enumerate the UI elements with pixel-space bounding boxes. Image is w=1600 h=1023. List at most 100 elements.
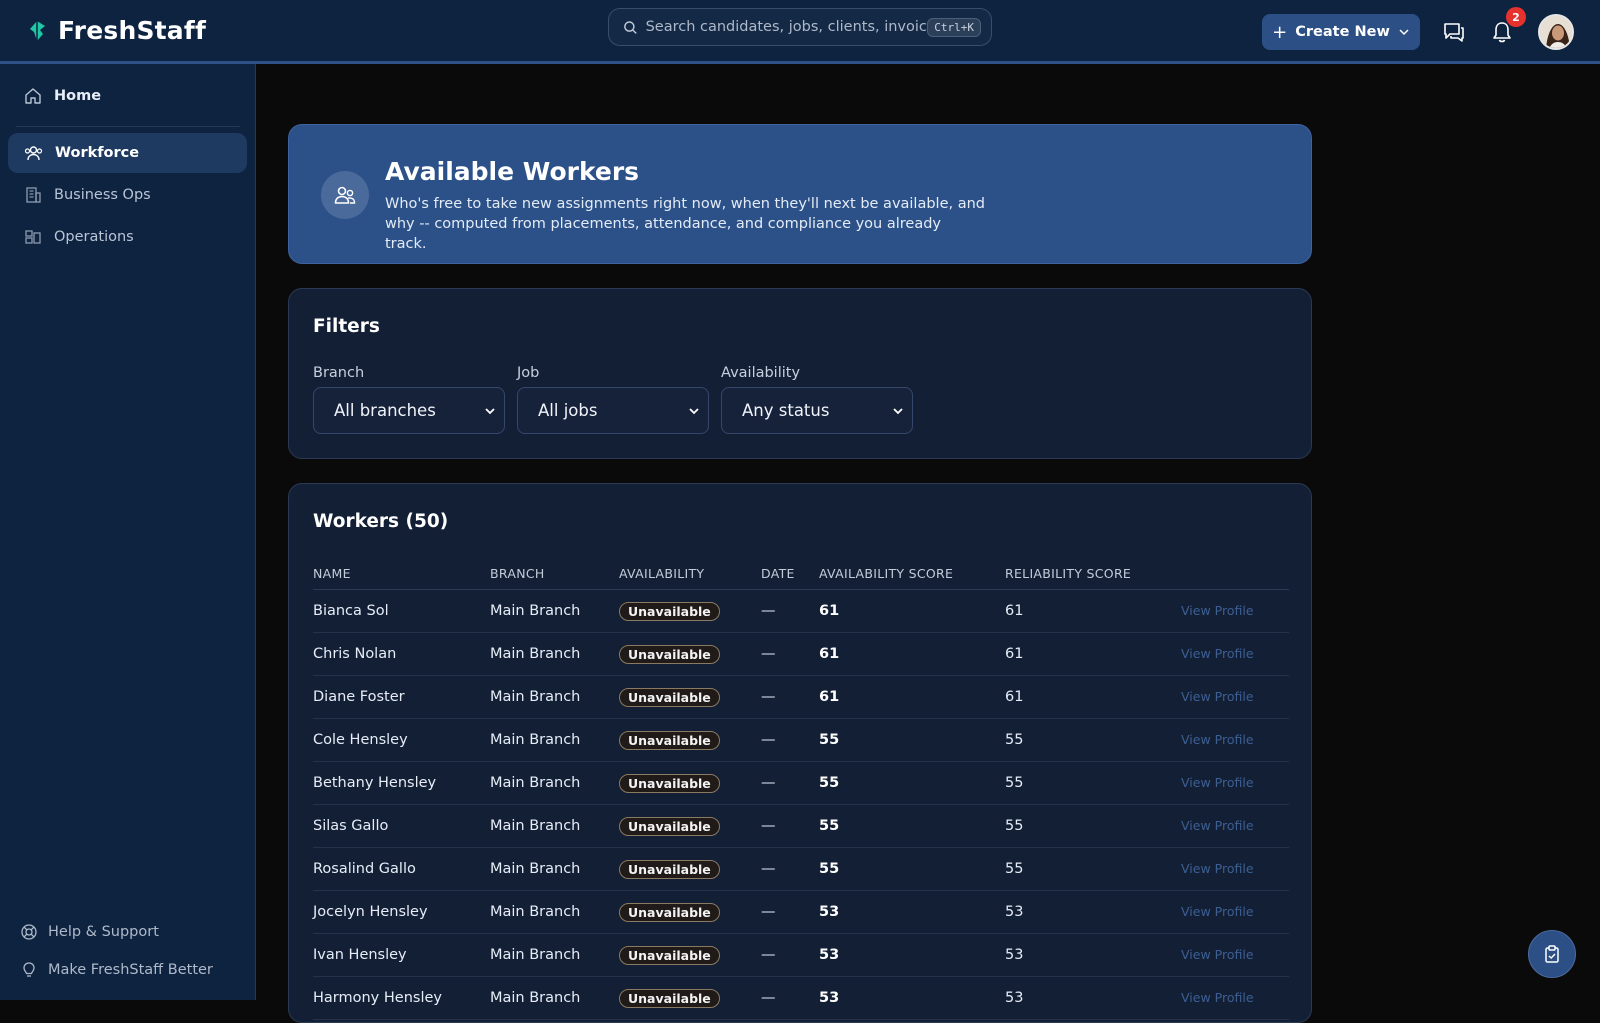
brand[interactable]: FreshStaff — [26, 16, 206, 45]
avatar[interactable] — [1538, 14, 1574, 50]
worker-branch: Main Branch — [490, 861, 581, 877]
branch-select-value: All branches — [334, 401, 436, 420]
layout-icon — [25, 230, 41, 244]
table-row[interactable]: Ivan Hensley Main Branch Unavailable — 53 53 V… — [313, 934, 1289, 977]
status-badge: Unavailable — [619, 945, 720, 965]
worker-date: — — [761, 732, 776, 748]
workers-table: NAME BRANCH AVAILABILITY DATE AVAILABILI… — [313, 564, 1289, 1020]
table-row[interactable]: Silas Gallo Main Branch Unavailable — 55 55 Vi… — [313, 805, 1289, 848]
availability-score: 55 — [819, 818, 840, 834]
column-header-reliability-score[interactable]: RELIABILITY SCORE — [1005, 564, 1181, 589]
availability-cell: Unavailable — [619, 687, 761, 707]
availability-cell: Unavailable — [619, 601, 761, 621]
worker-branch: Main Branch — [490, 818, 581, 834]
sidebar-item-label: Business Ops — [54, 187, 151, 203]
status-badge: Unavailable — [619, 687, 720, 707]
messages-button[interactable] — [1440, 18, 1468, 46]
availability-select-value: Any status — [742, 401, 830, 420]
building-icon — [26, 187, 41, 203]
page-subtitle: Who's free to take new assignments right… — [385, 196, 986, 252]
view-profile-link[interactable]: View Profile — [1181, 861, 1254, 876]
sidebar-item-label: Home — [54, 88, 102, 104]
workers-title: Workers (50) — [313, 511, 449, 532]
worker-name: Silas Gallo — [313, 818, 389, 834]
worker-branch: Main Branch — [490, 689, 581, 705]
worker-date: — — [761, 775, 776, 791]
create-new-button[interactable]: + Create New — [1262, 14, 1420, 50]
people-icon — [24, 146, 43, 161]
view-profile-link[interactable]: View Profile — [1181, 904, 1254, 919]
user-avatar-icon — [1540, 16, 1572, 48]
sidebar-item-business-ops[interactable]: Business Ops — [8, 175, 247, 215]
lifebuoy-icon — [21, 924, 37, 940]
create-new-label: Create New — [1295, 24, 1390, 40]
table-row[interactable]: Jocelyn Hensley Main Branch Unavailable — 53… — [313, 891, 1289, 934]
search-input[interactable]: Search candidates, jobs, clients, invoic… — [646, 19, 928, 35]
view-profile-link[interactable]: View Profile — [1181, 646, 1254, 661]
table-row[interactable]: Diane Foster Main Branch Unavailable — 61 61 V… — [313, 676, 1289, 719]
view-profile-link[interactable]: View Profile — [1181, 775, 1254, 790]
view-profile-link[interactable]: View Profile — [1181, 732, 1254, 747]
top-bar: FreshStaff Search candidates, jobs, clie… — [0, 0, 1600, 64]
view-profile-link[interactable]: View Profile — [1181, 603, 1254, 618]
table-row[interactable]: Bethany Hensley Main Branch Unavailable — 55… — [313, 762, 1289, 805]
column-header-actions — [1181, 564, 1289, 589]
logo-icon — [30, 20, 45, 41]
availability-cell: Unavailable — [619, 945, 761, 965]
view-profile-link[interactable]: View Profile — [1181, 990, 1254, 1005]
availability-cell: Unavailable — [619, 773, 761, 793]
notification-badge: 2 — [1506, 7, 1526, 27]
worker-name: Rosalind Gallo — [313, 861, 416, 877]
table-row[interactable]: Rosalind Gallo Main Branch Unavailable — 55 5… — [313, 848, 1289, 891]
worker-branch: Main Branch — [490, 732, 581, 748]
branch-select[interactable]: All branches — [313, 387, 505, 434]
help-support-link[interactable]: Help & Support — [20, 923, 159, 941]
reliability-score: 53 — [1005, 904, 1024, 920]
availability-cell: Unavailable — [619, 644, 761, 664]
sidebar-item-home[interactable]: Home — [8, 76, 247, 116]
availability-select[interactable]: Any status — [721, 387, 913, 434]
sidebar-item-label: Operations — [54, 229, 134, 245]
status-badge: Unavailable — [619, 644, 720, 664]
column-header-branch[interactable]: BRANCH — [490, 564, 619, 589]
table-row[interactable]: Cole Hensley Main Branch Unavailable — 55 55 V… — [313, 719, 1289, 762]
global-search[interactable]: Search candidates, jobs, clients, invoic… — [608, 8, 992, 46]
job-select[interactable]: All jobs — [517, 387, 709, 434]
chevron-down-icon — [893, 407, 903, 414]
availability-score: 53 — [819, 904, 840, 920]
sidebar-item-operations[interactable]: Operations — [8, 217, 247, 257]
reliability-score: 53 — [1005, 947, 1024, 963]
feedback-link[interactable]: Make FreshStaff Better — [20, 961, 213, 979]
sidebar-item-workforce[interactable]: Workforce — [8, 133, 247, 173]
table-row[interactable]: Harmony Hensley Main Branch Unavailable — 53… — [313, 977, 1289, 1020]
reliability-score: 61 — [1005, 646, 1024, 662]
worker-branch: Main Branch — [490, 990, 581, 1006]
availability-score: 53 — [819, 990, 840, 1006]
chat-icon — [1444, 23, 1464, 42]
column-header-availability-score[interactable]: AVAILABILITY SCORE — [819, 564, 1005, 589]
clipboard-fab-button[interactable] — [1528, 930, 1576, 978]
view-profile-link[interactable]: View Profile — [1181, 689, 1254, 704]
job-select-value: All jobs — [538, 401, 598, 420]
worker-name: Chris Nolan — [313, 646, 397, 662]
worker-branch: Main Branch — [490, 904, 581, 920]
availability-cell: Unavailable — [619, 730, 761, 750]
column-header-availability[interactable]: AVAILABILITY — [619, 564, 761, 589]
column-header-date[interactable]: DATE — [761, 564, 819, 589]
reliability-score: 61 — [1005, 689, 1024, 705]
table-row[interactable]: Bianca Sol Main Branch Unavailable — 61 61 Vie… — [313, 590, 1289, 633]
action-cell: View Profile — [1181, 990, 1289, 1006]
page-title: Available Workers — [385, 157, 640, 186]
worker-branch: Main Branch — [490, 646, 581, 662]
view-profile-link[interactable]: View Profile — [1181, 947, 1254, 962]
worker-name: Harmony Hensley — [313, 990, 442, 1006]
table-row[interactable]: Chris Nolan Main Branch Unavailable — 61 61 Vi… — [313, 633, 1289, 676]
worker-date: — — [761, 904, 776, 920]
search-icon — [624, 20, 637, 34]
home-icon — [25, 88, 41, 104]
availability-cell: Unavailable — [619, 988, 761, 1008]
availability-cell: Unavailable — [619, 816, 761, 836]
view-profile-link[interactable]: View Profile — [1181, 818, 1254, 833]
worker-branch: Main Branch — [490, 775, 581, 791]
column-header-name[interactable]: NAME — [313, 564, 490, 589]
